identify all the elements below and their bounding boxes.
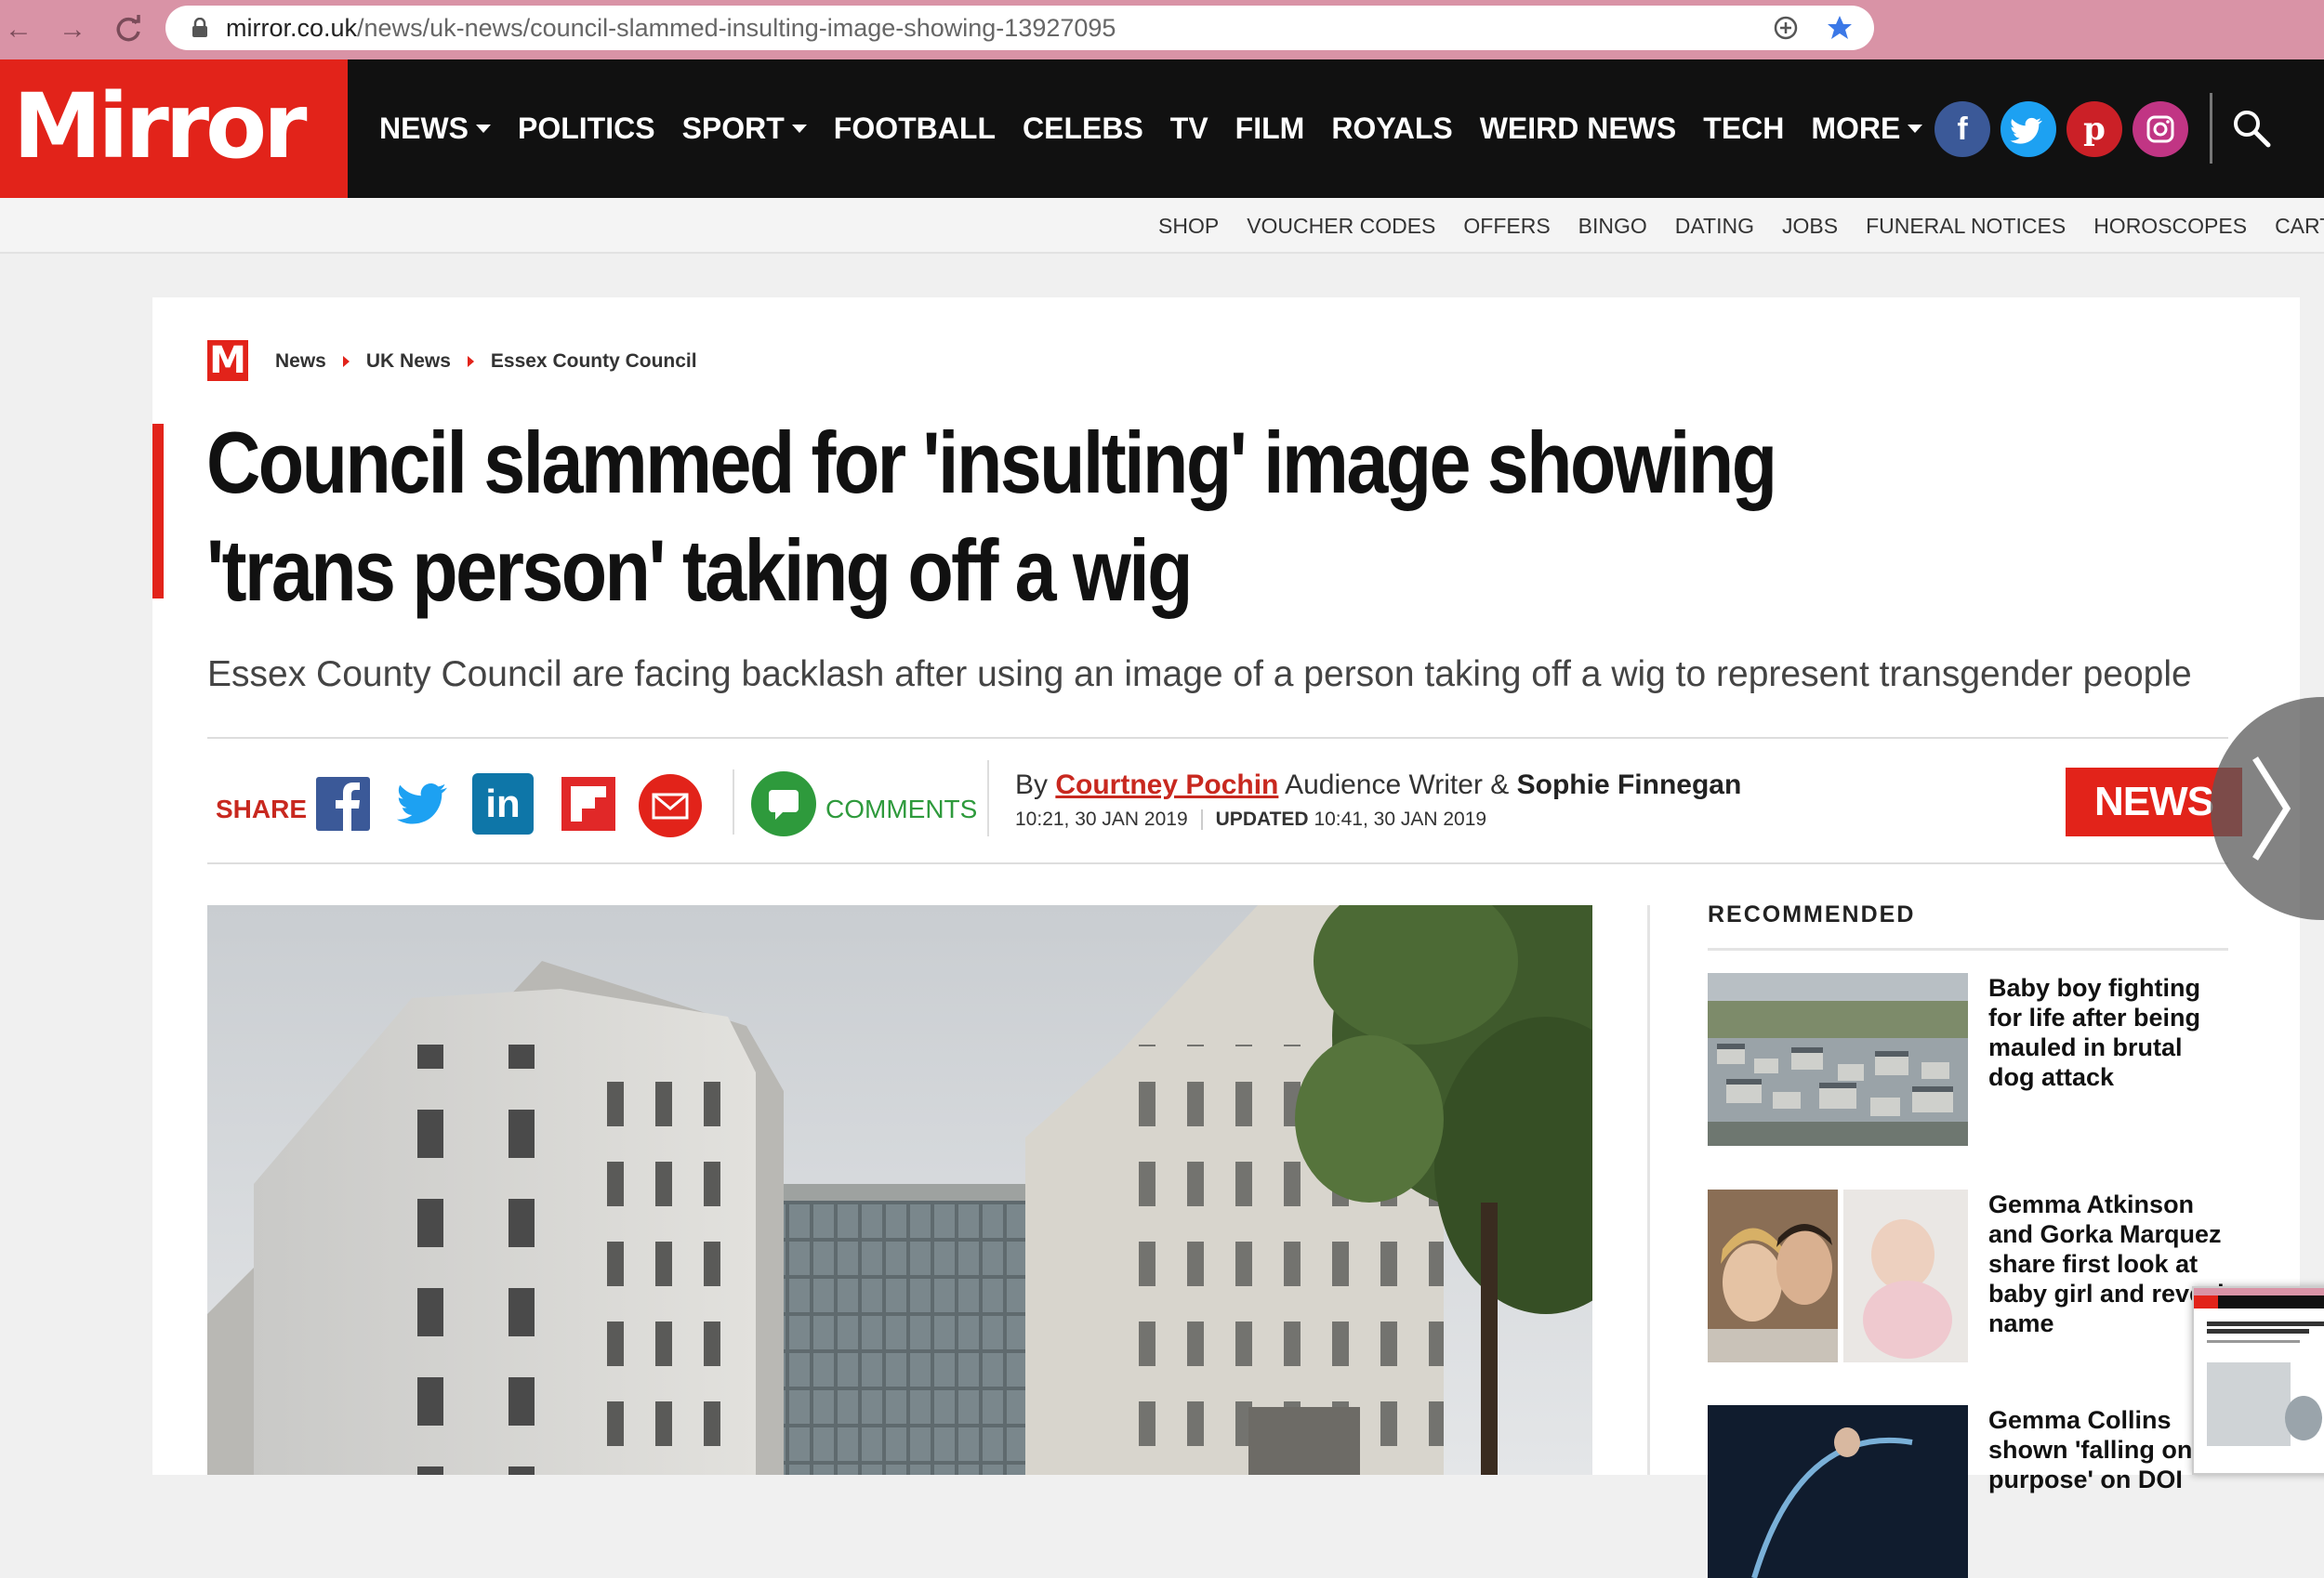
bookmark-star-icon[interactable]: [1826, 14, 1854, 42]
linkedin-share-icon[interactable]: in: [472, 773, 534, 835]
email-share-icon[interactable]: [638, 773, 702, 837]
author-link-courtney-pochin[interactable]: Courtney Pochin: [1055, 769, 1278, 800]
facebook-icon[interactable]: f: [1934, 101, 1990, 157]
article-headline: Council slammed for 'insulting' image sh…: [206, 414, 1777, 619]
header-divider: [2210, 93, 2212, 164]
divider: [207, 737, 2228, 739]
article-dates: 10:21, 30 JAN 2019 UPDATED 10:41, 30 JAN…: [1015, 809, 1486, 831]
nav-item-football[interactable]: FOOTBALL: [834, 110, 996, 147]
article-standfirst: Essex County Council are facing backlash…: [207, 654, 2192, 694]
byline-prefix: By: [1015, 769, 1049, 800]
lock-icon: [192, 18, 207, 37]
facebook-share-icon[interactable]: [312, 773, 374, 835]
nav-item-celebs[interactable]: CELEBS: [1023, 110, 1143, 147]
instagram-icon[interactable]: [2133, 101, 2188, 157]
subnav-voucher-codes[interactable]: VOUCHER CODES: [1247, 212, 1435, 240]
recommended-headline-1[interactable]: Baby boy fighting for life after being m…: [1988, 973, 2230, 1092]
reload-icon[interactable]: [112, 13, 145, 46]
updated-time: 10:41, 30 JAN 2019: [1314, 809, 1487, 830]
comments-icon[interactable]: [751, 771, 816, 836]
subnav-cartoons[interactable]: CARTOONS: [2275, 212, 2324, 240]
headline-accent-bar: [152, 424, 164, 598]
subnav-horoscopes[interactable]: HOROSCOPES: [2093, 212, 2247, 240]
nav-item-tv[interactable]: TV: [1170, 110, 1208, 147]
twitter-share-icon[interactable]: [390, 773, 452, 835]
nav-item-news[interactable]: NEWS: [379, 110, 491, 147]
article-hero-image: [207, 905, 1592, 1475]
chevron-down-icon: [791, 124, 807, 133]
flipboard-share-icon[interactable]: [558, 773, 619, 835]
breadcrumb-essex-county-council[interactable]: Essex County Council: [491, 350, 697, 373]
byline: By Courtney Pochin Audience Writer & Sop…: [1015, 769, 1741, 801]
share-label: SHARE: [216, 795, 308, 823]
add-to-page-icon[interactable]: [1772, 14, 1800, 42]
chevron-down-icon: [1908, 124, 1923, 133]
breadcrumb-news[interactable]: News: [275, 350, 326, 373]
search-icon[interactable]: [2231, 108, 2272, 149]
mirror-m-logo[interactable]: M: [207, 340, 248, 381]
subnav-dating[interactable]: DATING: [1675, 212, 1754, 240]
subnav-funeral-notices[interactable]: FUNERAL NOTICES: [1866, 212, 2066, 240]
comments-link[interactable]: COMMENTS: [825, 795, 977, 824]
back-arrow-icon[interactable]: ←: [2, 13, 35, 46]
next-article-button[interactable]: [2211, 697, 2324, 920]
secondary-navigation: SHOP VOUCHER CODES OFFERS BINGO DATING J…: [0, 198, 2324, 254]
nav-item-politics[interactable]: POLITICS: [518, 110, 655, 147]
browser-toolbar: ← → mirror.co.uk/news/uk-news/council-sl…: [0, 0, 2324, 59]
url-text: mirror.co.uk/news/uk-news/council-slamme…: [226, 14, 1116, 42]
recommended-thumb-1[interactable]: [1708, 973, 1968, 1146]
main-navigation: NEWS POLITICS SPORT FOOTBALL CELEBS TV F…: [379, 110, 1923, 147]
nav-item-tech[interactable]: TECH: [1703, 110, 1784, 147]
author-role: Audience Writer &: [1285, 769, 1510, 800]
divider: [733, 769, 734, 835]
forward-arrow-icon[interactable]: →: [56, 13, 89, 46]
author-sophie-finnegan[interactable]: Sophie Finnegan: [1517, 769, 1742, 800]
address-bar[interactable]: mirror.co.uk/news/uk-news/council-slamme…: [165, 6, 1874, 50]
updated-label: UPDATED: [1215, 809, 1309, 830]
subnav-bingo[interactable]: BINGO: [1578, 212, 1647, 240]
nav-item-weird-news[interactable]: WEIRD NEWS: [1480, 110, 1677, 147]
chevron-right-icon: [342, 356, 350, 367]
divider: [1708, 948, 2228, 951]
subnav-offers[interactable]: OFFERS: [1463, 212, 1550, 240]
column-divider: [1647, 905, 1650, 1475]
nav-item-more[interactable]: MORE: [1811, 110, 1923, 147]
screenshot-preview-thumbnail[interactable]: [2192, 1286, 2324, 1475]
published-date: 10:21, 30 JAN 2019: [1015, 809, 1188, 830]
divider: [987, 760, 989, 836]
breadcrumb-uk-news[interactable]: UK News: [366, 350, 451, 373]
recommended-thumb-2[interactable]: [1708, 1190, 1968, 1362]
divider: [207, 862, 2228, 864]
updated-date: UPDATED 10:41, 30 JAN 2019: [1216, 809, 1486, 831]
chevron-down-icon: [476, 124, 491, 133]
date-separator: [1200, 809, 1203, 830]
recommended-title: RECOMMENDED: [1708, 901, 1916, 927]
nav-item-royals[interactable]: ROYALS: [1331, 110, 1452, 147]
chevron-right-icon: [467, 356, 474, 367]
recommended-thumb-3[interactable]: [1708, 1405, 1968, 1578]
breadcrumb: News UK News Essex County Council: [275, 350, 697, 373]
subnav-jobs[interactable]: JOBS: [1782, 212, 1838, 240]
pinterest-icon[interactable]: p: [2067, 101, 2122, 157]
subnav-shop[interactable]: SHOP: [1158, 212, 1219, 240]
chevron-right-icon: [2252, 756, 2291, 861]
site-header: Mirror NEWS POLITICS SPORT FOOTBALL CELE…: [0, 59, 2324, 198]
nav-item-sport[interactable]: SPORT: [682, 110, 807, 147]
nav-item-film[interactable]: FILM: [1235, 110, 1305, 147]
twitter-icon[interactable]: [2000, 101, 2056, 157]
mirror-logo[interactable]: Mirror: [0, 59, 348, 198]
